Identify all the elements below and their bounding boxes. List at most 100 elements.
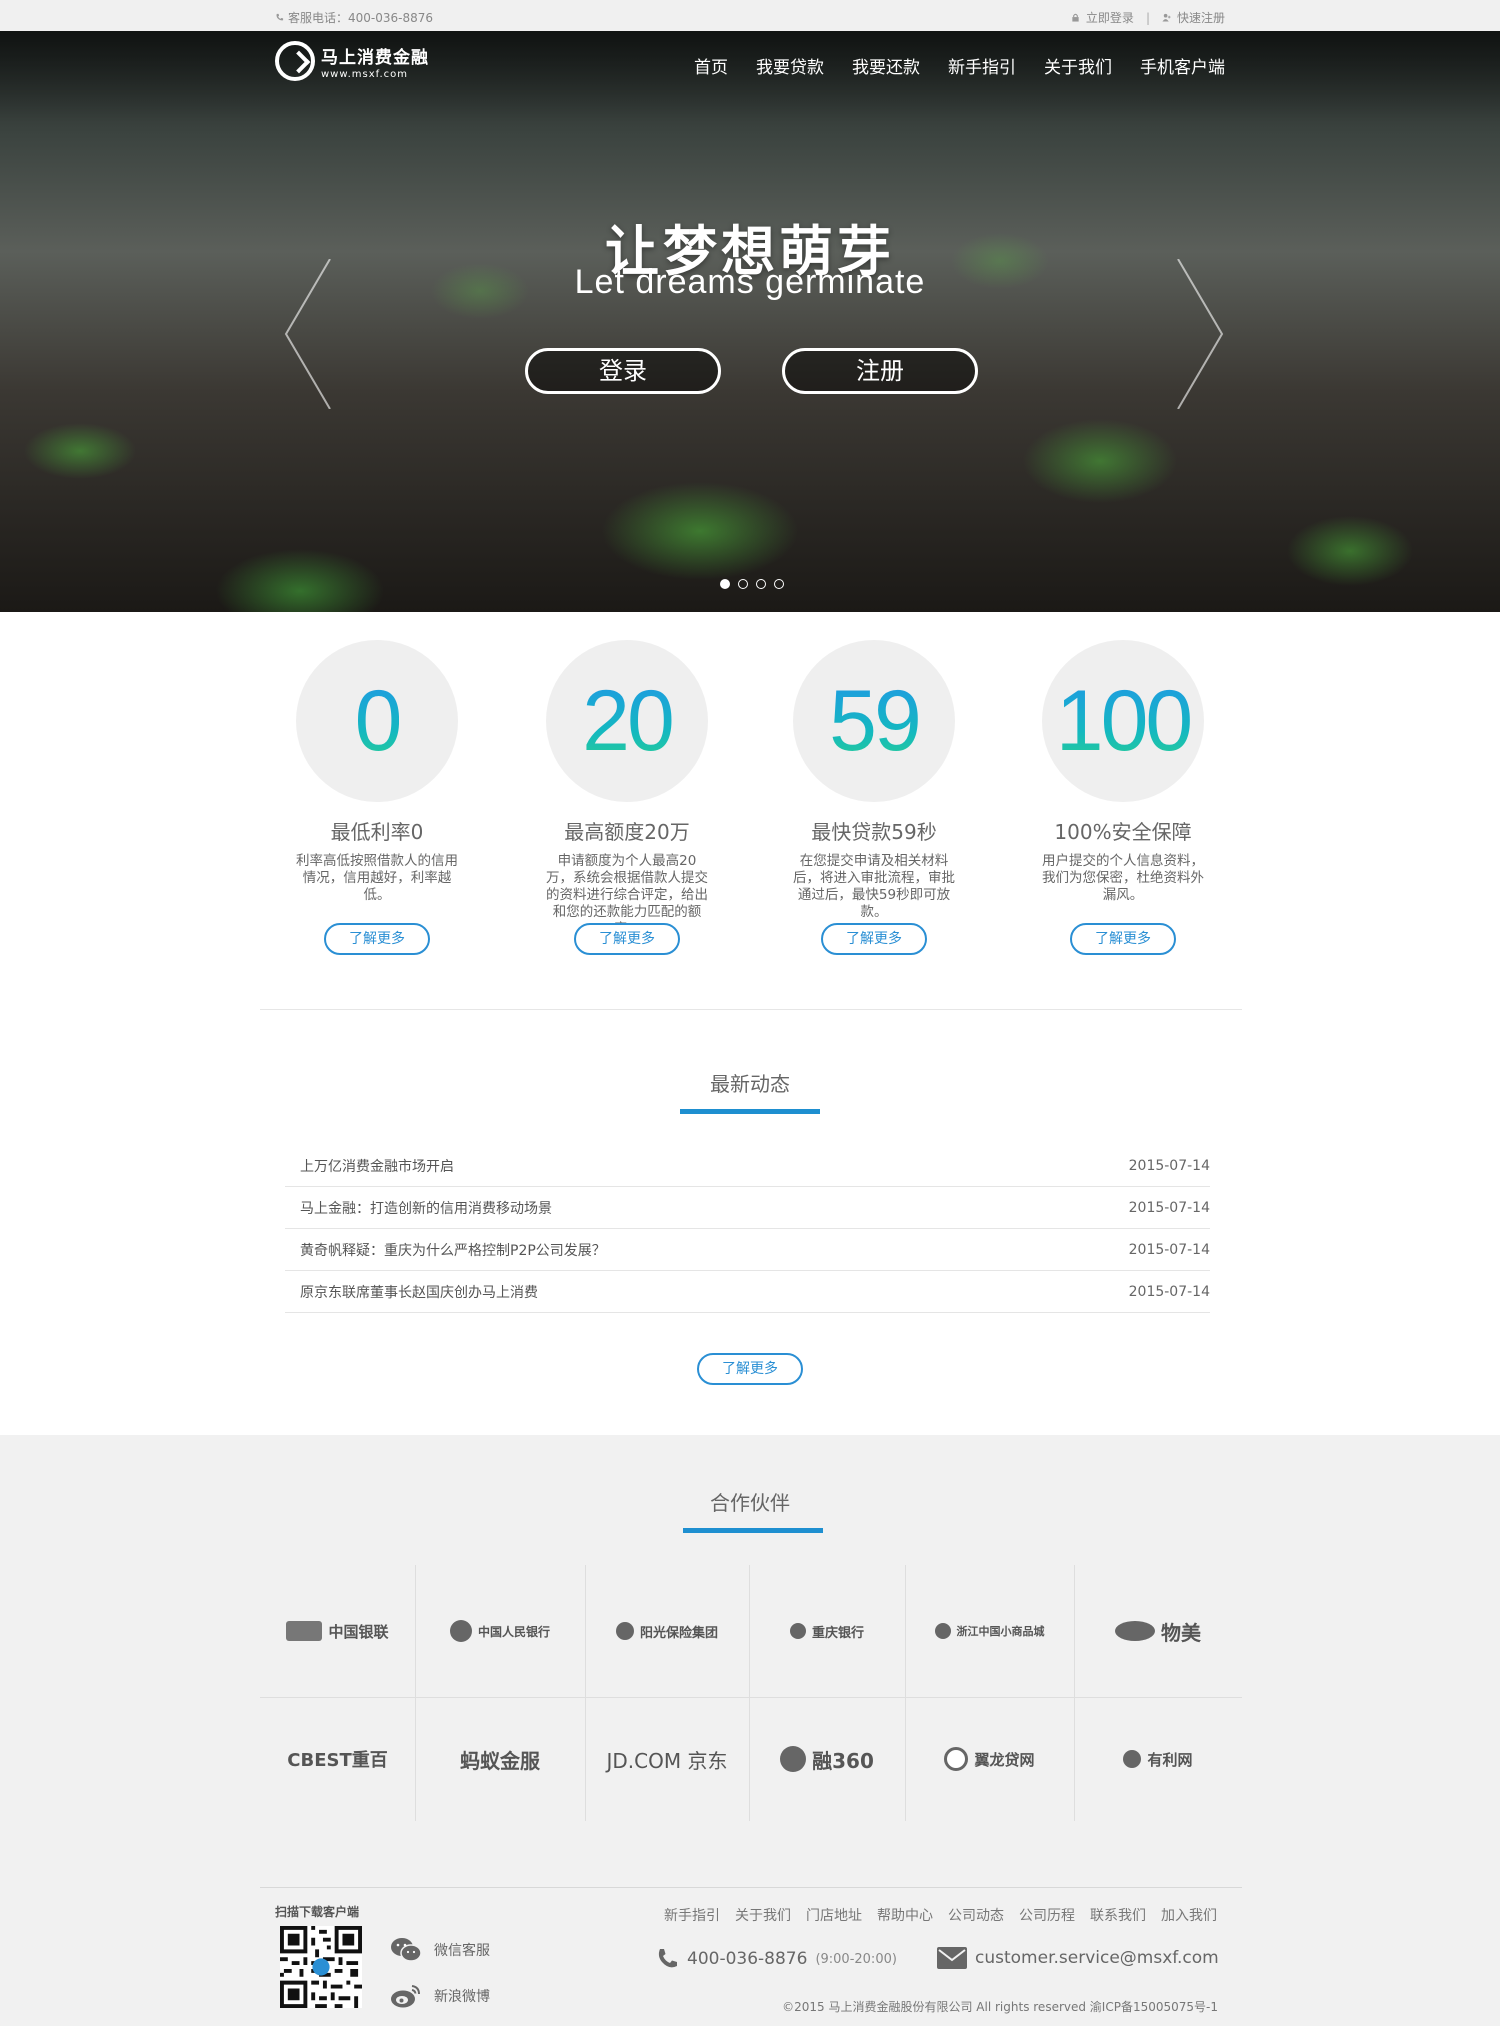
news-date: 2015-07-14 bbox=[1128, 1199, 1210, 1216]
hero-login-button[interactable]: 登录 bbox=[525, 348, 721, 394]
qr-label: 扫描下载客户端 bbox=[275, 1905, 360, 1919]
news-item[interactable]: 马上金融：打造创新的信用消费移动场景 2015-07-14 bbox=[285, 1187, 1210, 1229]
news-item[interactable]: 黄奇帆释疑：重庆为什么严格控制P2P公司发展？ 2015-07-14 bbox=[285, 1229, 1210, 1271]
footer-link-about[interactable]: 关于我们 bbox=[735, 1905, 791, 1925]
partner-logo-yiwu[interactable]: 浙江中国小商品城 bbox=[905, 1565, 1074, 1697]
footer-email[interactable]: customer.service@msxf.com bbox=[937, 1947, 1219, 1969]
carousel-dot[interactable] bbox=[720, 579, 730, 589]
feature-more-button[interactable]: 了解更多 bbox=[1070, 923, 1176, 955]
hero-subtitle: Let dreams germinate bbox=[574, 263, 926, 301]
feature-number: 59 bbox=[829, 672, 922, 769]
weibo-link[interactable]: 新浪微博 bbox=[390, 1983, 490, 2009]
footer-divider bbox=[260, 1887, 1242, 1888]
feature-number: 0 bbox=[354, 672, 403, 769]
footer-email-address[interactable]: customer.service@msxf.com bbox=[975, 1948, 1219, 1968]
partner-logo-cbest[interactable]: CBEST重百 bbox=[260, 1697, 415, 1821]
partner-logo-yooli[interactable]: 有利网 bbox=[1074, 1697, 1242, 1821]
main-navbar: 马上消费金融 www.msxf.com 首页 我要贷款 我要还款 新手指引 关于… bbox=[0, 31, 1500, 123]
phone-icon bbox=[658, 1949, 677, 1968]
feature-circle: 100 bbox=[1042, 640, 1204, 802]
feature-description: 利率高低按照借款人的信用情况，信用越好，利率越低。 bbox=[296, 853, 458, 903]
nav-item-mobile[interactable]: 手机客户端 bbox=[1126, 53, 1225, 78]
download-qr-code bbox=[280, 1926, 362, 2008]
carousel-dot[interactable] bbox=[738, 579, 748, 589]
partner-logo-rong360[interactable]: 融360 bbox=[749, 1697, 905, 1821]
partner-logo-unionpay[interactable]: 中国银联 bbox=[260, 1565, 415, 1697]
carousel-indicators bbox=[720, 579, 784, 589]
hero-banner: 马上消费金融 www.msxf.com 首页 我要贷款 我要还款 新手指引 关于… bbox=[0, 31, 1500, 612]
yiwu-icon bbox=[934, 1623, 951, 1639]
feature-number: 20 bbox=[582, 672, 675, 769]
footer-link-history[interactable]: 公司历程 bbox=[1019, 1905, 1075, 1925]
site-logo[interactable]: 马上消费金融 www.msxf.com bbox=[275, 41, 429, 81]
footer-link-stores[interactable]: 门店地址 bbox=[806, 1905, 862, 1925]
feature-more-button[interactable]: 了解更多 bbox=[324, 923, 430, 955]
feature-circle: 59 bbox=[793, 640, 955, 802]
footer-nav: 新手指引 关于我们 门店地址 帮助中心 公司动态 公司历程 联系我们 加入我们 bbox=[664, 1905, 1217, 1925]
service-phone-text: 客服电话：400-036-8876 bbox=[288, 11, 434, 25]
partner-logo-jd[interactable]: JD.COM 京东 bbox=[585, 1697, 749, 1821]
partner-logo-cqbank[interactable]: 重庆银行 bbox=[749, 1565, 905, 1697]
footer-link-help[interactable]: 帮助中心 bbox=[877, 1905, 933, 1925]
yilongdai-icon bbox=[944, 1747, 969, 1771]
hero-register-button[interactable]: 注册 bbox=[782, 348, 978, 394]
news-title[interactable]: 黄奇帆释疑：重庆为什么严格控制P2P公司发展？ bbox=[300, 1240, 606, 1260]
partner-logo-antfin[interactable]: 蚂蚁金服 bbox=[415, 1697, 585, 1821]
pbc-emblem-icon bbox=[449, 1620, 472, 1642]
news-date: 2015-07-14 bbox=[1128, 1157, 1210, 1174]
footer-phone-number: 400-036-8876 bbox=[687, 1949, 808, 1969]
news-title[interactable]: 马上金融：打造创新的信用消费移动场景 bbox=[300, 1198, 552, 1218]
nav-item-loan[interactable]: 我要贷款 bbox=[742, 53, 838, 78]
register-link[interactable]: 快速注册 bbox=[1177, 9, 1225, 26]
footer-link-news[interactable]: 公司动态 bbox=[948, 1905, 1004, 1925]
news-title[interactable]: 上万亿消费金融市场开启 bbox=[300, 1156, 454, 1176]
logo-url: www.msxf.com bbox=[321, 68, 408, 80]
news-item[interactable]: 原京东联席董事长赵国庆创办马上消费 2015-07-14 bbox=[285, 1271, 1210, 1313]
sunshine-icon bbox=[615, 1622, 634, 1640]
weibo-label: 新浪微博 bbox=[434, 1989, 490, 2005]
nav-item-guide[interactable]: 新手指引 bbox=[934, 53, 1030, 78]
footer-service-hours: (9:00-20:00) bbox=[815, 1951, 897, 1967]
partner-logo-yilongdai[interactable]: 翼龙贷网 bbox=[905, 1697, 1074, 1821]
nav-item-about[interactable]: 关于我们 bbox=[1030, 53, 1126, 78]
news-title-underline bbox=[680, 1109, 820, 1114]
carousel-dot[interactable] bbox=[756, 579, 766, 589]
news-more-button[interactable]: 了解更多 bbox=[697, 1353, 803, 1385]
copyright: ©2015 马上消费金融股份有限公司 All rights reserved 渝… bbox=[782, 2000, 1218, 2014]
service-phone: 客服电话：400-036-8876 bbox=[275, 9, 433, 26]
logo-name: 马上消费金融 bbox=[321, 47, 429, 68]
wumart-icon bbox=[1115, 1621, 1155, 1641]
unionpay-icon bbox=[286, 1621, 323, 1641]
main-nav: 首页 我要贷款 我要还款 新手指引 关于我们 手机客户端 bbox=[680, 53, 1225, 78]
partner-logo-sunshine[interactable]: 阳光保险集团 bbox=[585, 1565, 749, 1697]
login-link[interactable]: 立即登录 bbox=[1086, 9, 1134, 26]
link-separator: | bbox=[1145, 10, 1150, 25]
news-title[interactable]: 原京东联席董事长赵国庆创办马上消费 bbox=[300, 1282, 538, 1302]
feature-number: 100 bbox=[1055, 672, 1193, 769]
cqbank-icon bbox=[789, 1623, 806, 1639]
footer-link-join[interactable]: 加入我们 bbox=[1161, 1905, 1217, 1925]
feature-highlights: 0 最低利率0 利率高低按照借款人的信用情况，信用越好，利率越低。 了解更多 2… bbox=[260, 640, 1260, 960]
feature-more-button[interactable]: 了解更多 bbox=[574, 923, 680, 955]
partner-logo-pbc[interactable]: 中国人民银行 bbox=[415, 1565, 585, 1697]
news-date: 2015-07-14 bbox=[1128, 1241, 1210, 1258]
logo-icon bbox=[275, 41, 315, 81]
yooli-icon bbox=[1123, 1750, 1142, 1768]
top-utility-bar: 客服电话：400-036-8876 立即登录 | 快速注册 bbox=[0, 0, 1500, 31]
wechat-service-link[interactable]: 微信客服 bbox=[390, 1936, 490, 1964]
feature-circle: 20 bbox=[546, 640, 708, 802]
partner-logo-wumart[interactable]: 物美 bbox=[1074, 1565, 1242, 1697]
feature-card-speed: 59 最快贷款59秒 在您提交申请及相关材料后，将进入审批流程，审批通过后，最快… bbox=[774, 640, 974, 955]
footer-link-guide[interactable]: 新手指引 bbox=[664, 1905, 720, 1925]
feature-card-limit: 20 最高额度20万 申请额度为个人最高20万，系统会根据借款人提交的资料进行综… bbox=[527, 640, 727, 955]
feature-description: 在您提交申请及相关材料后，将进入审批流程，审批通过后，最快59秒即可放款。 bbox=[793, 853, 955, 920]
carousel-dot[interactable] bbox=[774, 579, 784, 589]
footer-link-contact[interactable]: 联系我们 bbox=[1090, 1905, 1146, 1925]
wechat-label: 微信客服 bbox=[434, 1943, 490, 1959]
nav-item-home[interactable]: 首页 bbox=[680, 53, 742, 78]
feature-description: 用户提交的个人信息资料，我们为您保密，杜绝资料外漏风。 bbox=[1042, 853, 1204, 903]
feature-more-button[interactable]: 了解更多 bbox=[821, 923, 927, 955]
footer-phone: 400-036-8876 (9:00-20:00) bbox=[655, 1947, 897, 1971]
nav-item-repay[interactable]: 我要还款 bbox=[838, 53, 934, 78]
news-item[interactable]: 上万亿消费金融市场开启 2015-07-14 bbox=[285, 1145, 1210, 1187]
